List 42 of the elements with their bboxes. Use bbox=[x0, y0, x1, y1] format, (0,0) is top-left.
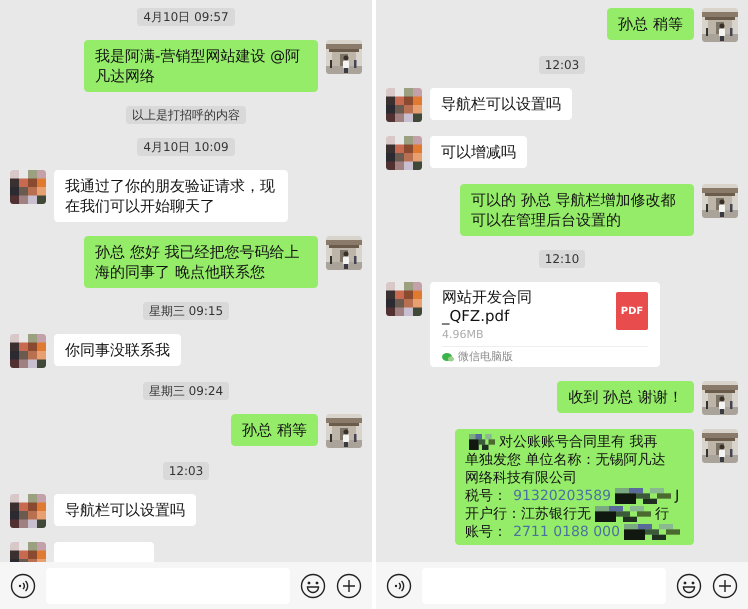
message-text: 网络科技有限公司 bbox=[465, 469, 578, 487]
message-bubble: 可以的 孙总 导航栏增加修改都可以在管理后台设置的 bbox=[460, 184, 694, 236]
timestamp: 星期三 09:24 bbox=[142, 382, 230, 400]
message-bubble: 孙总 稍等 bbox=[231, 414, 318, 446]
number-link[interactable]: 91320203589 bbox=[513, 487, 612, 505]
message-text: 单独发您 单位名称：无锡阿凡达 bbox=[465, 451, 666, 469]
timestamp: 12:03 bbox=[162, 462, 210, 480]
message-bubble: 导航栏可以设置吗 bbox=[430, 88, 572, 120]
file-card[interactable]: 网站开发合同_QFZ.pdf 4.96MB PDF 微信电脑版 bbox=[430, 282, 660, 367]
message-bubble: 我通过了你的朋友验证请求，现在我们可以开始聊天了 bbox=[54, 170, 288, 222]
pdf-icon: PDF bbox=[616, 292, 648, 330]
message-bubble: 你同事没联系我 bbox=[54, 334, 181, 366]
message-bubble: 可以增减吗 bbox=[430, 136, 527, 168]
message-text: J bbox=[675, 487, 680, 505]
message-text: 开户行： bbox=[465, 505, 522, 523]
chat-icon bbox=[442, 352, 454, 362]
number-link[interactable]: 2711 0188 000 bbox=[513, 523, 620, 541]
timestamp: 12:03 bbox=[538, 56, 586, 74]
timestamp: 星期三 09:15 bbox=[142, 302, 230, 320]
message-text: 行 bbox=[655, 505, 670, 523]
timestamp: 12:10 bbox=[538, 250, 586, 268]
voice-icon[interactable] bbox=[386, 572, 412, 598]
message-bubble: 孙总 稍等 bbox=[607, 8, 694, 40]
add-icon[interactable] bbox=[336, 572, 362, 598]
message-bubble: 收到 孙总 谢谢！ bbox=[557, 381, 694, 413]
message-bubble: 导航栏可以设置吗 bbox=[54, 494, 196, 526]
message-text: 税号： bbox=[465, 487, 508, 505]
timestamp: 4月10日 10:09 bbox=[137, 138, 235, 156]
system-notice: 以上是打招呼的内容 bbox=[126, 106, 246, 124]
add-icon[interactable] bbox=[712, 572, 738, 598]
message-bubble: 孙总 您好 我已经把您号码给上海的同事了 晚点他联系您 bbox=[84, 236, 318, 288]
file-name: 网站开发合同_QFZ.pdf bbox=[442, 288, 533, 326]
source-label: 微信电脑版 bbox=[458, 349, 513, 364]
timestamp: 4月10日 09:57 bbox=[137, 8, 235, 26]
emoji-icon[interactable] bbox=[300, 572, 326, 598]
message-text: 江苏银行无 bbox=[521, 505, 592, 523]
voice-icon[interactable] bbox=[10, 572, 36, 598]
emoji-icon[interactable] bbox=[676, 572, 702, 598]
message-text: 对公账账号合同里有 我再 bbox=[499, 433, 658, 451]
message-text: 账号： bbox=[465, 523, 508, 541]
file-size: 4.96MB bbox=[442, 328, 485, 341]
message-bubble: 我是阿满-营销型网站建设 @阿凡达网络 bbox=[84, 40, 318, 92]
